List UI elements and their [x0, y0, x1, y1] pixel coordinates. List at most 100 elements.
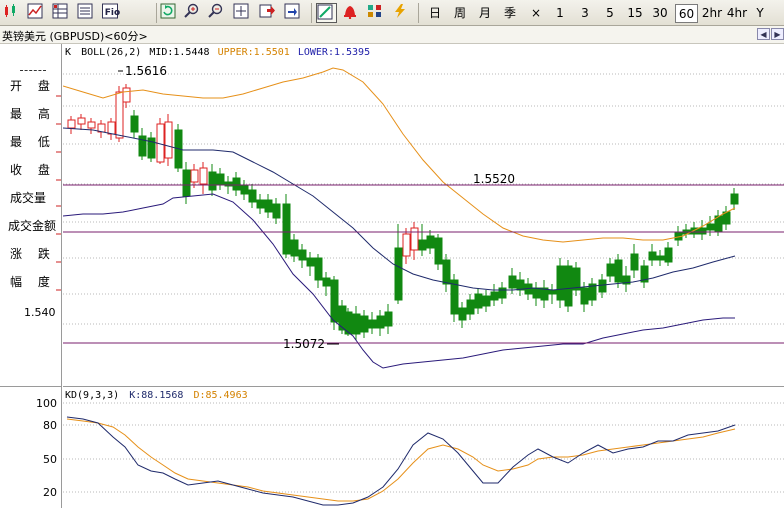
- chart-title-tab[interactable]: 英镑美元 (GBPUSD)<60分>: [2, 28, 148, 44]
- candle-body: [282, 203, 291, 255]
- candle-body: [77, 117, 86, 125]
- kd-axis: 100 80 50 20: [0, 386, 62, 508]
- candle-body: [322, 277, 331, 287]
- candle-body: [548, 289, 557, 295]
- period-year[interactable]: Y: [753, 4, 767, 23]
- candle-body: [368, 319, 377, 329]
- candle-body: [434, 237, 443, 265]
- period-2hr[interactable]: 2hr: [700, 4, 724, 23]
- candle-body: [199, 167, 208, 185]
- export-icon[interactable]: [259, 3, 280, 23]
- candle-body: [384, 311, 393, 327]
- candle-body: [706, 223, 715, 231]
- quote-grid-icon[interactable]: [52, 3, 73, 23]
- scroll-left-icon[interactable]: ◀: [757, 28, 770, 40]
- candle-body: [352, 313, 361, 335]
- candle-body: [298, 249, 307, 261]
- kd-chart[interactable]: KD(9,3,3) K:88.1568 D:85.4963: [63, 386, 784, 508]
- save-icon[interactable]: [284, 3, 305, 23]
- candle-body: [606, 263, 615, 277]
- candle-body: [190, 169, 199, 183]
- upper-value: UPPER:1.5501: [217, 47, 290, 58]
- period-day[interactable]: 日: [425, 4, 445, 23]
- candle-body: [248, 189, 257, 203]
- period-close[interactable]: ×: [527, 4, 545, 23]
- period-5min[interactable]: 5: [603, 4, 617, 23]
- candle-body: [730, 193, 739, 205]
- price-chart[interactable]: 1.5616 1.5520 1.5072 K BOLL(26,2) MID:1.54…: [63, 44, 784, 386]
- candle-body: [474, 293, 483, 309]
- refresh-icon[interactable]: [160, 3, 181, 23]
- lightning-icon[interactable]: [392, 3, 413, 23]
- period-30min[interactable]: 30: [650, 4, 670, 23]
- candle-body: [122, 87, 131, 103]
- kd-k-line: [66, 416, 736, 506]
- kd-tick-50: 50: [43, 453, 57, 466]
- boll-header: K BOLL(26,2) MID:1.5448 UPPER:1.5501 LOW…: [65, 47, 370, 58]
- kd-header: KD(9,3,3) K:88.1568 D:85.4963: [65, 390, 248, 401]
- candle-body: [360, 315, 369, 333]
- fio-report-icon[interactable]: Fio: [102, 3, 123, 23]
- period-month[interactable]: 月: [475, 4, 495, 23]
- candle-body: [330, 279, 339, 323]
- zoom-out-icon[interactable]: [208, 3, 229, 23]
- boll-name: BOLL(26,2): [81, 47, 142, 58]
- candle-body: [426, 235, 435, 249]
- kd-d-line: [66, 418, 736, 502]
- candle-body: [272, 203, 281, 219]
- candle-body: [164, 121, 173, 159]
- candle-body: [216, 173, 225, 185]
- period-3min[interactable]: 3: [578, 4, 592, 23]
- candle-body: [698, 227, 707, 235]
- fio-label: Fio: [104, 8, 121, 18]
- toolbar: Fio 日 周 月 季 × 1 3 5 15 30 60 2hr 4hr Y: [0, 0, 784, 26]
- indicator-icon[interactable]: [367, 3, 388, 23]
- candle-body: [418, 239, 427, 251]
- candle-body: [556, 265, 565, 301]
- candle-body: [656, 255, 665, 261]
- kd-tick-100: 100: [36, 397, 57, 410]
- crosshair-cursor-icon[interactable]: [233, 3, 254, 23]
- info-list-icon[interactable]: [77, 3, 98, 23]
- alarm-bell-icon[interactable]: [342, 3, 363, 23]
- period-quarter[interactable]: 季: [500, 4, 520, 23]
- period-15min[interactable]: 15: [625, 4, 645, 23]
- candle-body: [572, 267, 581, 291]
- kd-d-value: D:85.4963: [193, 390, 248, 401]
- candle-body: [67, 119, 76, 129]
- period-week[interactable]: 周: [450, 4, 470, 23]
- candle-body: [598, 279, 607, 293]
- kd-k-value: K:88.1568: [129, 390, 184, 401]
- candle-body: [107, 121, 116, 135]
- candle-body: [182, 169, 191, 197]
- mid-value: MID:1.5448: [149, 47, 210, 58]
- candle-body: [264, 199, 273, 213]
- candle-body: [508, 275, 517, 289]
- period-4hr[interactable]: 4hr: [725, 4, 749, 23]
- line-chart-icon[interactable]: [27, 3, 48, 23]
- scroll-right-icon[interactable]: ▶: [771, 28, 784, 40]
- candle-body: [240, 185, 249, 195]
- candle-body: [490, 291, 499, 301]
- kd-tick-20: 20: [43, 486, 57, 499]
- candlestick-chart-icon[interactable]: [2, 3, 23, 23]
- candle-body: [402, 233, 411, 257]
- candle-body: [130, 115, 139, 133]
- candle-body: [516, 279, 525, 291]
- period-60min[interactable]: 60: [675, 4, 698, 23]
- candle-body: [256, 199, 265, 209]
- low-price-annotation: 1.5072: [283, 337, 325, 351]
- candle-body: [394, 247, 403, 301]
- candle-body: [290, 239, 299, 257]
- high-price-annotation: 1.5616: [125, 64, 167, 78]
- period-1min[interactable]: 1: [553, 4, 567, 23]
- price-chart-canvas[interactable]: 1.5616 1.5520 1.5072: [63, 44, 784, 386]
- candle-body: [664, 247, 673, 263]
- zoom-in-icon[interactable]: [184, 3, 205, 23]
- candle-body: [115, 91, 124, 139]
- candle-body: [232, 177, 241, 191]
- kd-tick-80: 80: [43, 419, 57, 432]
- draw-tool-icon[interactable]: [316, 3, 337, 23]
- candle-body: [306, 257, 315, 267]
- kd-chart-canvas[interactable]: [63, 387, 784, 508]
